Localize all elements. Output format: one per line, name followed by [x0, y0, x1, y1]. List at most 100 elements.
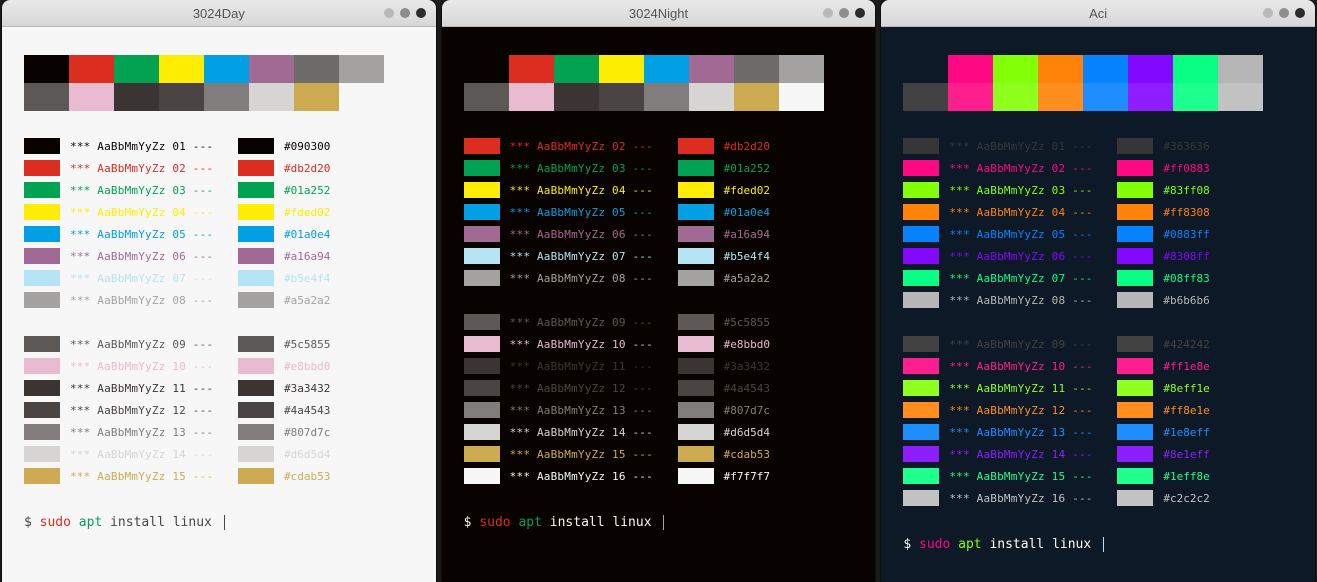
sample-text: *** AaBbMmYyZz 08 --- — [510, 272, 670, 285]
titlebar: 3024Day — [2, 0, 436, 27]
maximize-icon[interactable] — [1279, 8, 1289, 18]
color-row: *** AaBbMmYyZz 12 ---#4a4543 — [24, 401, 414, 419]
color-swatch-dup — [238, 358, 274, 374]
palette-swatch — [1173, 83, 1218, 111]
color-row: *** AaBbMmYyZz 02 ---#db2d20 — [24, 159, 414, 177]
color-rows: *** AaBbMmYyZz 01 ---#090300*** AaBbMmYy… — [24, 137, 414, 485]
color-swatch — [903, 358, 939, 374]
color-swatch-dup — [678, 182, 714, 198]
palette-swatch — [249, 83, 294, 111]
palette-swatch — [734, 83, 779, 111]
color-row: *** AaBbMmYyZz 07 ---#08ff83 — [903, 269, 1293, 287]
sample-text: *** AaBbMmYyZz 15 --- — [949, 470, 1109, 483]
color-swatch — [903, 292, 939, 308]
color-swatch — [903, 138, 939, 154]
color-row: *** AaBbMmYyZz 01 ---#090300 — [24, 137, 414, 155]
maximize-icon[interactable] — [400, 8, 410, 18]
hex-label: #424242 — [1163, 338, 1209, 351]
theme-window-3024day: 3024Day*** AaBbMmYyZz 01 ---#090300*** A… — [2, 0, 436, 582]
sample-text: *** AaBbMmYyZz 02 --- — [949, 162, 1109, 175]
hex-label: #0883ff — [1163, 228, 1209, 241]
color-swatch — [903, 270, 939, 286]
close-icon[interactable] — [416, 8, 426, 18]
palette-swatch — [204, 83, 249, 111]
sample-text: *** AaBbMmYyZz 05 --- — [949, 228, 1109, 241]
palette-swatch — [339, 83, 384, 111]
color-row: *** AaBbMmYyZz 02 ---#db2d20 — [464, 137, 854, 155]
color-swatch — [24, 468, 60, 484]
hex-label: #ff0883 — [1163, 162, 1209, 175]
color-swatch-dup — [678, 138, 714, 154]
sample-text: *** AaBbMmYyZz 12 --- — [510, 382, 670, 395]
sample-text: *** AaBbMmYyZz 02 --- — [70, 162, 230, 175]
hex-label: #01a252 — [284, 184, 330, 197]
color-swatch-dup — [238, 204, 274, 220]
color-swatch — [903, 336, 939, 352]
minimize-icon[interactable] — [1263, 8, 1273, 18]
shell-prompt[interactable]: $ sudo apt install linux — [24, 515, 414, 530]
row-gap — [464, 291, 854, 309]
color-swatch-dup — [678, 380, 714, 396]
color-row: *** AaBbMmYyZz 05 ---#01a0e4 — [464, 203, 854, 221]
prompt-apt: apt — [958, 537, 989, 552]
color-swatch — [24, 424, 60, 440]
sample-text: *** AaBbMmYyZz 06 --- — [70, 250, 230, 263]
palette-swatch — [689, 55, 734, 83]
hex-label: #807d7c — [284, 426, 330, 439]
sample-text: *** AaBbMmYyZz 01 --- — [70, 140, 230, 153]
prompt-apt: apt — [518, 515, 549, 530]
maximize-icon[interactable] — [839, 8, 849, 18]
palette-swatch — [24, 83, 69, 111]
color-row: *** AaBbMmYyZz 08 ---#b6b6b6 — [903, 291, 1293, 309]
color-row: *** AaBbMmYyZz 05 --- #0883ff — [903, 225, 1293, 243]
palette-swatch — [1218, 55, 1263, 83]
hex-label: #b6b6b6 — [1163, 294, 1209, 307]
color-swatch-dup — [1117, 402, 1153, 418]
color-swatch — [24, 446, 60, 462]
prompt-sudo: sudo — [479, 515, 518, 530]
color-row: *** AaBbMmYyZz 13 ---#807d7c — [24, 423, 414, 441]
color-swatch-dup — [1117, 446, 1153, 462]
hex-label: #a5a2a2 — [724, 272, 770, 285]
color-swatch-dup — [1117, 138, 1153, 154]
color-swatch — [464, 402, 500, 418]
hex-label: #3a3432 — [284, 382, 330, 395]
hex-label: #83ff08 — [1163, 184, 1209, 197]
color-swatch — [464, 204, 500, 220]
color-swatch-dup — [238, 424, 274, 440]
color-row: *** AaBbMmYyZz 04 ---#ff8308 — [903, 203, 1293, 221]
titlebar: 3024Night — [442, 0, 876, 27]
minimize-icon[interactable] — [384, 8, 394, 18]
titlebar: Aci — [881, 0, 1315, 27]
sample-text: *** AaBbMmYyZz 03 --- — [70, 184, 230, 197]
hex-label: #3a3432 — [724, 360, 770, 373]
sample-text: *** AaBbMmYyZz 11 --- — [70, 382, 230, 395]
color-swatch — [464, 138, 500, 154]
sample-text: *** AaBbMmYyZz 10 --- — [510, 338, 670, 351]
color-row: *** AaBbMmYyZz 10 ---#e8bbd0 — [464, 335, 854, 353]
color-swatch-dup — [678, 248, 714, 264]
sample-text: *** AaBbMmYyZz 07 --- — [949, 272, 1109, 285]
sample-text: *** AaBbMmYyZz 06 --- — [949, 250, 1109, 263]
close-icon[interactable] — [855, 8, 865, 18]
close-icon[interactable] — [1295, 8, 1305, 18]
hex-label: #8308ff — [1163, 250, 1209, 263]
minimize-icon[interactable] — [823, 8, 833, 18]
sample-text: *** AaBbMmYyZz 16 --- — [949, 492, 1109, 505]
color-swatch-dup — [238, 138, 274, 154]
color-swatch-dup — [678, 446, 714, 462]
sample-text: *** AaBbMmYyZz 09 --- — [949, 338, 1109, 351]
color-swatch — [24, 292, 60, 308]
color-swatch-dup — [238, 292, 274, 308]
palette-swatch — [1128, 55, 1173, 83]
color-row: *** AaBbMmYyZz 06 --- #8308ff — [903, 247, 1293, 265]
color-swatch-dup — [238, 270, 274, 286]
color-swatch-dup — [1117, 424, 1153, 440]
color-swatch-dup — [1117, 358, 1153, 374]
shell-prompt[interactable]: $ sudo apt install linux — [903, 537, 1293, 552]
palette-swatch — [903, 83, 948, 111]
palette-swatch — [294, 83, 339, 111]
row-gap — [903, 313, 1293, 331]
shell-prompt[interactable]: $ sudo apt install linux — [464, 515, 854, 530]
color-row: *** AaBbMmYyZz 10 ---#ff1e8e — [903, 357, 1293, 375]
